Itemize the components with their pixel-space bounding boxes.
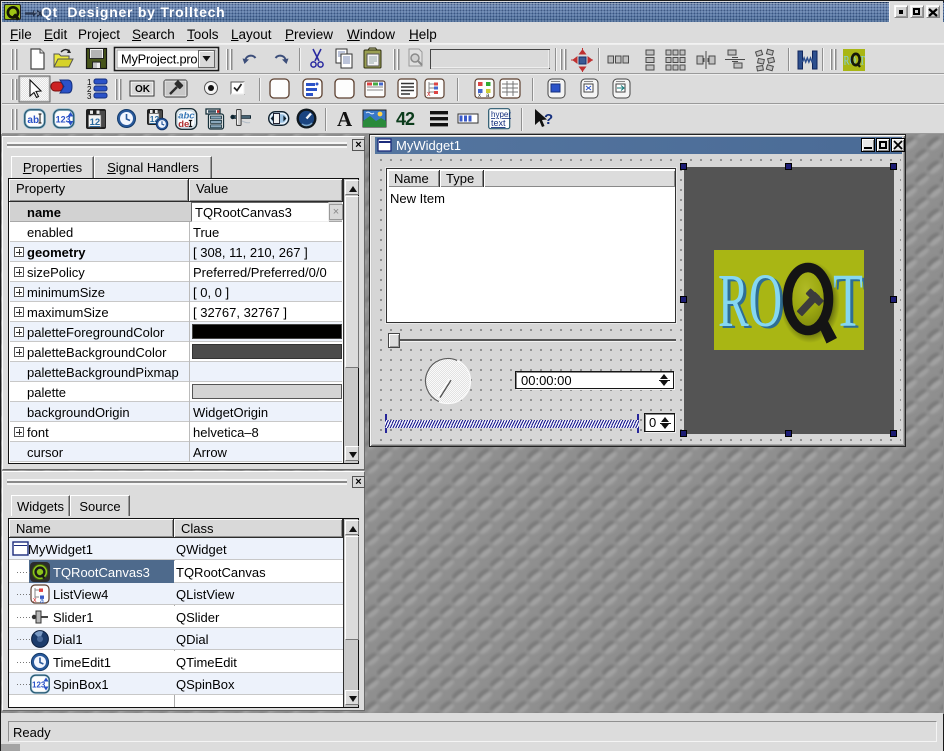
svg-text:a: a [40, 598, 44, 604]
svg-text:?: ? [544, 111, 553, 128]
svg-text:OK: OK [135, 84, 151, 95]
svg-text:ab: ab [27, 115, 39, 126]
svg-text:de: de [178, 119, 189, 130]
svg-text:A: A [337, 107, 353, 131]
svg-text:x: x [427, 91, 431, 98]
svg-text:12: 12 [90, 117, 101, 128]
svg-text:3: 3 [87, 92, 92, 101]
svg-text:x: x [33, 597, 37, 604]
svg-text:RO: RO [718, 259, 782, 343]
svg-text:42: 42 [396, 109, 415, 129]
svg-text:123: 123 [32, 681, 46, 690]
svg-text:x: x [478, 93, 481, 99]
svg-text:MyProject.pro: MyProject.pro [121, 52, 197, 67]
svg-text:text: text [491, 118, 506, 128]
